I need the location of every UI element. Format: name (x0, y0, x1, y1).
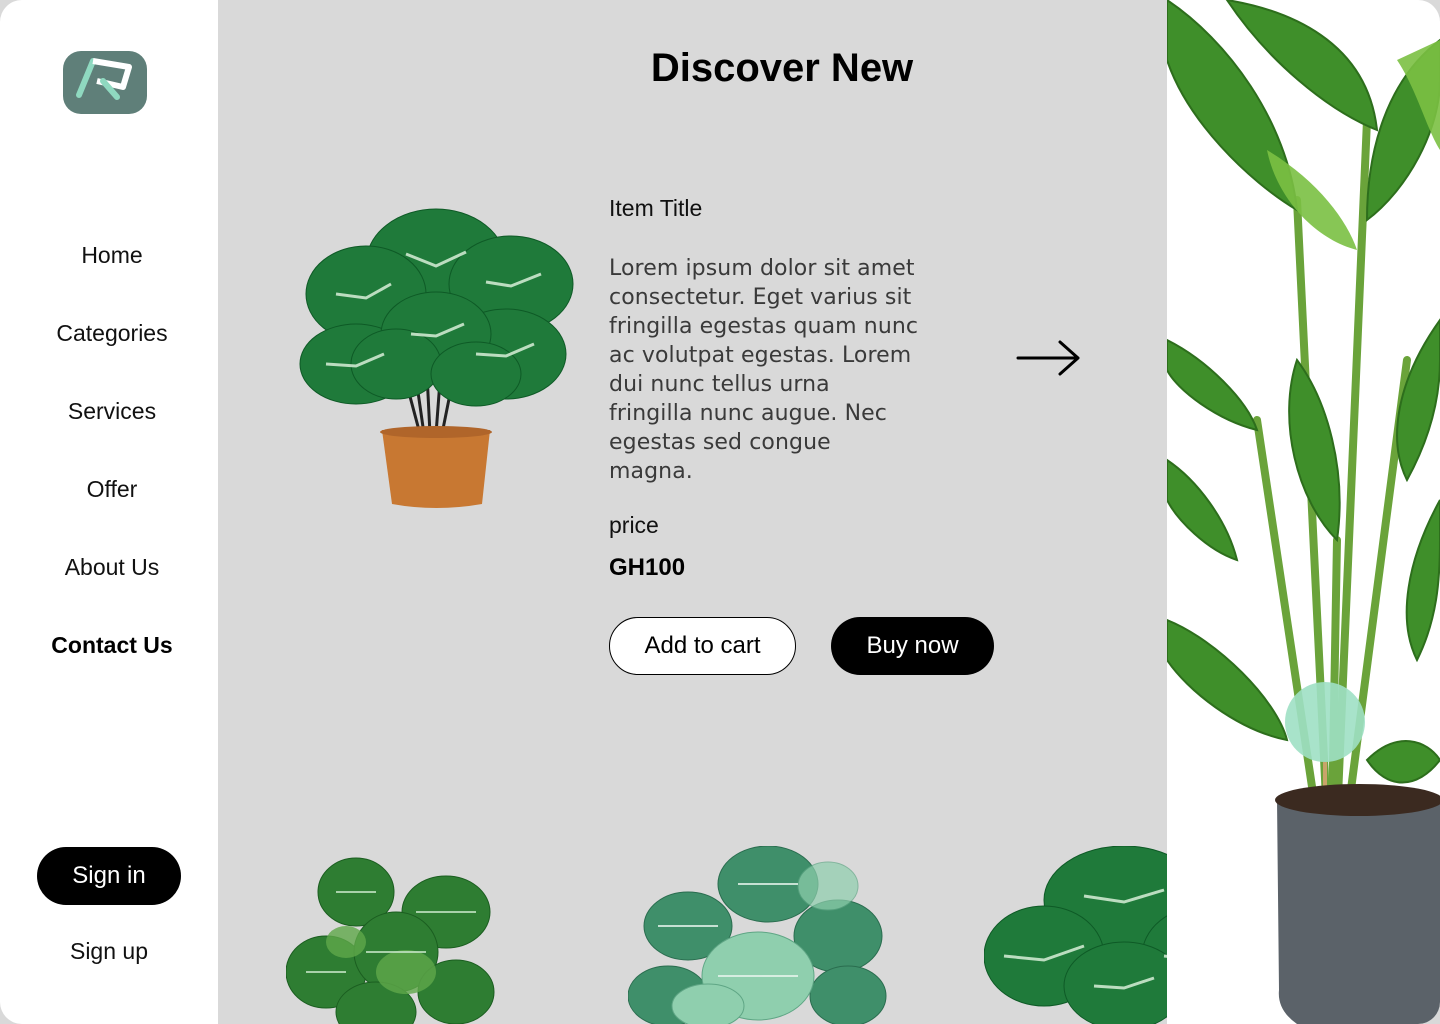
plant-thumbnail-1[interactable] (286, 852, 500, 1024)
nav-offer[interactable]: Offer (0, 476, 224, 503)
app-frame: Home Categories Services Offer About Us … (0, 0, 1440, 1024)
buy-now-button[interactable]: Buy now (831, 617, 994, 675)
sidebar: Home Categories Services Offer About Us … (0, 0, 218, 1024)
hero-plant-image (1167, 0, 1440, 1024)
sign-in-button[interactable]: Sign in (37, 847, 181, 905)
nav-home[interactable]: Home (0, 242, 224, 269)
item-title: Item Title (609, 195, 703, 221)
nav-contact-us[interactable]: Contact Us (0, 632, 224, 659)
page-title: Discover New (650, 46, 914, 90)
nav-services[interactable]: Services (0, 398, 224, 425)
plant-thumbnail-2[interactable] (628, 846, 888, 1024)
add-to-cart-button[interactable]: Add to cart (609, 617, 796, 675)
brand-logo-icon[interactable] (63, 51, 147, 114)
price-label: price (609, 512, 659, 538)
nav-categories[interactable]: Categories (0, 320, 224, 347)
price-value: GH100 (609, 554, 686, 581)
nav-about-us[interactable]: About Us (0, 554, 224, 581)
featured-plant-image (299, 208, 574, 508)
arrow-right-icon[interactable] (1014, 336, 1086, 380)
item-description: Lorem ipsum dolor sit amet consectetur. … (609, 256, 919, 484)
sign-up-link[interactable]: Sign up (37, 938, 181, 965)
